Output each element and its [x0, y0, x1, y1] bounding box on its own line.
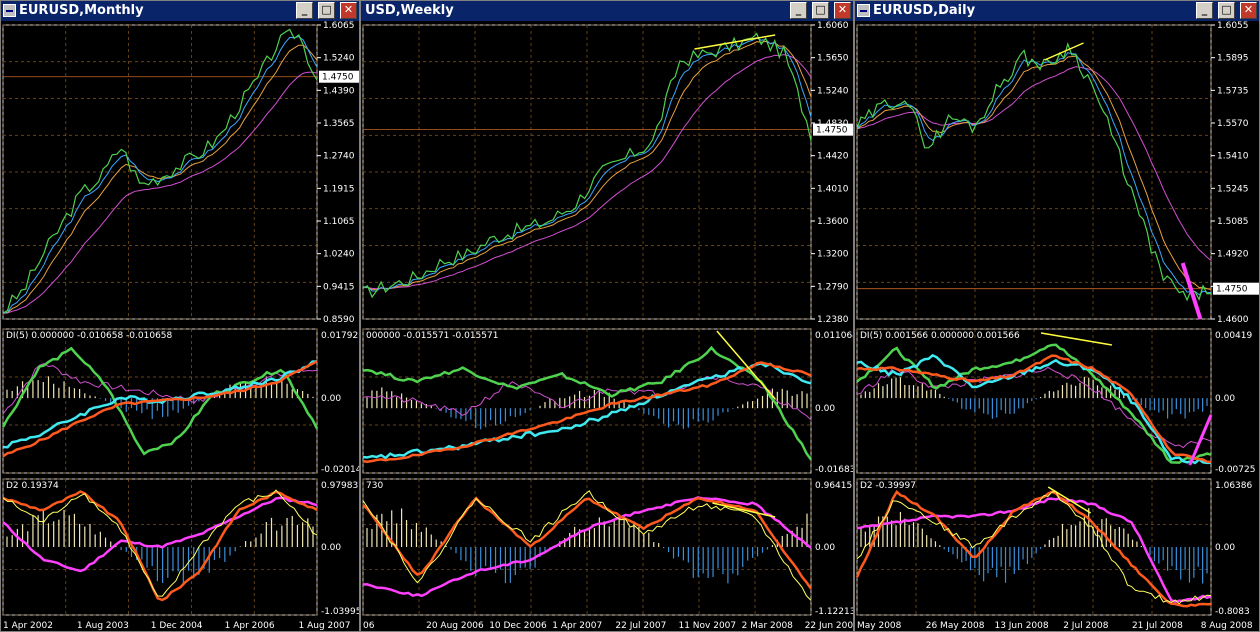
price-tick-label: 1.5410 — [1217, 152, 1249, 162]
osc2-label: D2 -0.39997 — [860, 481, 916, 491]
date-tick-label: 1 Apr 2002 — [3, 621, 53, 631]
window-title: EURUSD,Monthly — [19, 3, 144, 18]
price-tick-label: 1.4600 — [1217, 315, 1249, 325]
date-tick-label: 1 Apr 2007 — [552, 621, 602, 631]
maximize-button[interactable]: □ — [318, 2, 335, 19]
minimize-button[interactable]: _ — [296, 2, 313, 19]
osc1-tick-label: 0.00 — [815, 404, 835, 414]
osc2-label: D2 0.19374 — [6, 481, 59, 491]
osc1-label: 000000 -0.015571 -0.015571 — [366, 331, 498, 341]
price-chart-daily[interactable]: 1.6055 1.5895 1.5735 1.5570 1.5410 1.5245 1.50… — [855, 21, 1260, 632]
osc1-tick-label: -0.00725 — [1215, 465, 1255, 475]
date-tick-label: 06 — [363, 621, 375, 631]
date-tick-label: 8 Aug 2008 — [1201, 621, 1253, 631]
chart-window-icon — [3, 4, 16, 17]
date-tick-label: 2 Jul 2008 — [1063, 621, 1108, 631]
price-tick-label: 1.2790 — [817, 282, 849, 292]
date-tick-label: 22 Jun 2008 — [805, 621, 854, 631]
osc1-tick-label: 0.00 — [321, 394, 341, 404]
osc2-tick-label: 0.96415 — [815, 481, 852, 491]
date-tick-label: 1 Dec 2004 — [151, 621, 203, 631]
price-tick-label: 1.6065 — [323, 21, 355, 31]
price-tick-label: 1.4010 — [817, 184, 849, 194]
chart-window-monthly[interactable]: EURUSD,Monthly _ □ ✕ 1.6065 1.5240 1.4390 1… — [0, 0, 360, 632]
price-tick-label: 1.3565 — [323, 119, 355, 129]
price-tick-label: 1.5735 — [1217, 86, 1249, 96]
osc2-tick-label: 0.97983 — [321, 481, 358, 491]
close-button[interactable]: ✕ — [834, 2, 851, 19]
price-tick-label: 1.0240 — [323, 250, 355, 260]
osc1-tick-label: 0.00419 — [1215, 331, 1252, 341]
price-tick-label: 1.5085 — [1217, 217, 1249, 227]
close-button[interactable]: ✕ — [340, 2, 357, 19]
osc1-label: DI(5) 0.001566 0.000000 0.001566 — [860, 331, 1020, 341]
window-title: EURUSD,Daily — [873, 3, 976, 18]
osc2-tick-label: -1.03995 — [321, 607, 360, 617]
price-chart-weekly[interactable]: 1.60601.56501.52401.48301.44201.40101.36… — [361, 21, 854, 632]
osc2-tick-label: -0.8083 — [1215, 607, 1250, 617]
osc2-tick-label: 0.00 — [1215, 543, 1235, 553]
price-tick-label: 1.5895 — [1217, 54, 1249, 64]
date-tick-label: 13 Jun 2008 — [994, 621, 1048, 631]
minimize-button[interactable]: _ — [790, 2, 807, 19]
maximize-button[interactable]: □ — [812, 2, 829, 19]
osc1-tick-label: -0.01683 — [815, 465, 854, 475]
price-tick-label: 1.2740 — [323, 152, 355, 162]
price-chart-monthly[interactable]: 1.6065 1.5240 1.4390 1.3565 1.2740 1.1915 1.10… — [1, 21, 360, 632]
date-tick-label: 21 Jul 2008 — [1132, 621, 1183, 631]
date-tick-label: 1 Apr 2006 — [225, 621, 275, 631]
price-tick-label: 1.4420 — [817, 152, 849, 162]
minimize-button[interactable]: _ — [1196, 2, 1213, 19]
price-tick-label: 1.5240 — [323, 54, 355, 64]
price-tick-label: 1.1915 — [323, 184, 355, 194]
window-titlebar[interactable]: USD,Weekly _ □ ✕ — [361, 1, 853, 21]
osc1-tick-label: -0.02014 — [321, 465, 360, 475]
price-tick-label: 1.5650 — [817, 54, 849, 64]
date-tick-label: 1 Aug 2007 — [299, 621, 351, 631]
price-tick-label: 1.2380 — [817, 315, 849, 325]
date-tick-label: 22 Jul 2007 — [615, 621, 666, 631]
date-tick-label: 2 Mar 2008 — [742, 621, 794, 631]
osc1-tick-label: 0.011064 — [815, 331, 854, 341]
chart-window-weekly[interactable]: USD,Weekly _ □ ✕ 1.60601.56501.52401.483… — [360, 0, 854, 632]
osc1-tick-label: 0.00 — [1215, 394, 1235, 404]
window-title: USD,Weekly — [365, 3, 454, 18]
current-price-label: 1.4750 — [1216, 285, 1248, 295]
price-tick-label: 0.9415 — [323, 282, 355, 292]
osc1-label: DI(5) 0.000000 -0.010658 -0.010658 — [6, 331, 173, 341]
current-price-label: 1.4750 — [322, 73, 354, 83]
price-tick-label: 1.6055 — [1217, 21, 1249, 31]
price-tick-label: 1.3600 — [817, 217, 849, 227]
date-tick-label: 20 Aug 2006 — [426, 621, 484, 631]
price-tick-label: 1.5240 — [817, 86, 849, 96]
price-tick-label: 1.6060 — [817, 21, 849, 31]
price-tick-label: 1.1065 — [323, 217, 355, 227]
price-tick-label: 1.5570 — [1217, 119, 1249, 129]
osc2-tick-label: 0.00 — [815, 543, 835, 553]
chart-window-icon — [857, 4, 870, 17]
osc1-tick-label: 0.017923 — [321, 331, 360, 341]
price-tick-label: 1.5245 — [1217, 184, 1249, 194]
osc2-tick-label: 1.06386 — [1215, 481, 1252, 491]
osc2-label: 730 — [366, 481, 383, 491]
osc2-tick-label: -1.12213 — [815, 607, 854, 617]
date-tick-label: 11 Nov 2007 — [678, 621, 736, 631]
date-tick-label: 1 Aug 2003 — [77, 621, 129, 631]
window-titlebar[interactable]: EURUSD,Monthly _ □ ✕ — [1, 1, 359, 21]
price-tick-label: 1.3200 — [817, 250, 849, 260]
window-titlebar[interactable]: EURUSD,Daily _ □ ✕ — [855, 1, 1259, 21]
current-price-label: 1.4750 — [816, 126, 848, 136]
osc2-tick-label: 0.00 — [321, 543, 341, 553]
date-tick-label: 10 Dec 2006 — [489, 621, 547, 631]
date-tick-label: May 2008 — [857, 621, 902, 631]
maximize-button[interactable]: □ — [1218, 2, 1235, 19]
price-tick-label: 1.4920 — [1217, 250, 1249, 260]
close-button[interactable]: ✕ — [1240, 2, 1257, 19]
chart-window-daily[interactable]: EURUSD,Daily _ □ ✕ 1.6055 1.5895 1.5735 1.5… — [854, 0, 1260, 632]
date-tick-label: 26 May 2008 — [926, 621, 985, 631]
price-tick-label: 1.4390 — [323, 86, 355, 96]
price-tick-label: 0.8590 — [323, 315, 355, 325]
